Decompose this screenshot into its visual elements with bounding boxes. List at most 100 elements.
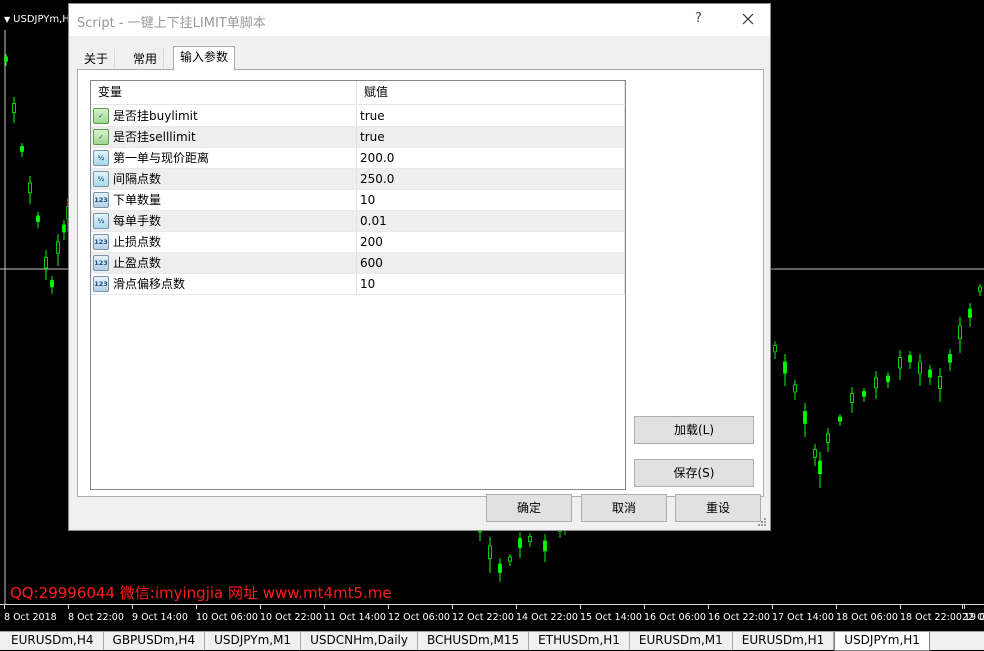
chart-tab[interactable]: USDJPYm,M1 xyxy=(205,632,302,650)
time-axis-tick xyxy=(836,605,837,609)
bool-type-icon: ✓ xyxy=(93,129,109,145)
chart-tab[interactable]: EURUSDm,H1 xyxy=(733,632,835,650)
time-axis-label: 10 Oct 06:00 xyxy=(196,612,258,623)
candle-body xyxy=(773,345,777,353)
candle-body xyxy=(508,556,512,562)
parameter-value-cell[interactable]: 600 xyxy=(357,253,625,273)
int-type-icon: 123 xyxy=(93,234,109,250)
parameter-value-cell[interactable]: 0.01 xyxy=(357,211,625,231)
reset-button[interactable]: 重设 xyxy=(675,494,761,522)
parameter-variable-name: 每单手数 xyxy=(113,214,162,228)
inputs-panel: 变量 赋值 ✓ 是否挂buylimit true ✓ 是否挂selllimit true ½… xyxy=(77,69,764,497)
time-axis-tick xyxy=(644,605,645,609)
column-header-value[interactable]: 赋值 xyxy=(357,81,625,104)
chart-tab[interactable]: BCHUSDm,M15 xyxy=(418,632,530,650)
candle-body xyxy=(886,375,890,382)
candle-body xyxy=(826,433,830,443)
time-axis-label: 18 Oct 22:00 xyxy=(900,612,962,623)
time-axis-tick xyxy=(580,605,581,609)
parameter-value-cell[interactable]: 250.0 xyxy=(357,169,625,189)
candle-body xyxy=(978,286,982,292)
column-header-variable[interactable]: 变量 xyxy=(91,81,357,104)
double-type-icon: ½ xyxy=(93,150,109,166)
help-button[interactable]: ? xyxy=(695,11,702,26)
ok-button[interactable]: 确定 xyxy=(486,494,572,522)
double-type-icon: ½ xyxy=(93,171,109,187)
parameter-row[interactable]: 123 滑点偏移点数 10 xyxy=(91,274,625,295)
candle-body xyxy=(56,241,60,254)
chart-tab[interactable]: EURUSDm,H4 xyxy=(2,632,104,650)
candle-body xyxy=(50,280,54,288)
parameter-row[interactable]: ½ 间隔点数 250.0 xyxy=(91,169,625,190)
candle-body xyxy=(818,460,822,475)
candle-body xyxy=(498,563,502,573)
chart-symbol-label: ▼ USDJPYm,H1 xyxy=(4,14,76,25)
candle-body xyxy=(908,355,912,363)
time-axis-tick xyxy=(260,605,261,609)
candle-body xyxy=(488,545,492,560)
parameter-variable-name: 止盈点数 xyxy=(113,256,162,270)
parameter-value-cell[interactable]: true xyxy=(357,106,625,126)
chart-tab[interactable]: ETHUSDm,H1 xyxy=(529,632,630,650)
time-axis-tick xyxy=(68,605,69,609)
save-button[interactable]: 保存(S) xyxy=(634,459,754,487)
close-icon[interactable] xyxy=(737,8,759,30)
watermark-text: QQ:29996044 微信:imyingjia 网址 www.mt4mt5.m… xyxy=(10,584,392,602)
time-axis-tick xyxy=(964,605,965,609)
time-axis-label: 8 Oct 2018 xyxy=(4,612,57,623)
parameter-row[interactable]: ½ 第一单与现价距离 200.0 xyxy=(91,148,625,169)
candle-body xyxy=(543,540,547,552)
chart-tab[interactable]: USDCNHm,Daily xyxy=(301,632,418,650)
candle-body xyxy=(948,354,952,363)
time-axis-tick xyxy=(388,605,389,609)
parameter-value-cell[interactable]: 200.0 xyxy=(357,148,625,168)
int-type-icon: 123 xyxy=(93,255,109,271)
candle-body xyxy=(62,224,66,233)
parameter-variable-name: 下单数量 xyxy=(113,193,162,207)
time-axis: 8 Oct 2018 8 Oct 22:00 9 Oct 14:00 10 Oct 0… xyxy=(0,604,984,632)
candle-body xyxy=(838,416,842,422)
chart-tab[interactable]: USDJPYm,H1 xyxy=(834,632,930,651)
parameter-row[interactable]: ½ 每单手数 0.01 xyxy=(91,211,625,232)
tab-inputs[interactable]: 输入参数 xyxy=(173,46,236,71)
time-axis-label: 12 Oct 22:00 xyxy=(452,612,514,623)
grid-header: 变量 赋值 xyxy=(91,81,625,105)
dialog-titlebar[interactable]: Script - 一键上下挂LIMIT单脚本 ? xyxy=(69,4,770,36)
candle-body xyxy=(528,536,532,542)
candle-body xyxy=(928,369,932,378)
time-axis-tick xyxy=(4,605,5,609)
cancel-button[interactable]: 取消 xyxy=(581,494,667,522)
candle-body xyxy=(938,376,942,389)
parameter-row[interactable]: 123 下单数量 10 xyxy=(91,190,625,211)
tab-about[interactable]: 关于 xyxy=(77,48,116,70)
int-type-icon: 123 xyxy=(93,276,109,292)
parameter-value-cell[interactable]: 200 xyxy=(357,232,625,252)
parameter-row[interactable]: ✓ 是否挂buylimit true xyxy=(91,106,625,127)
time-axis-tick xyxy=(132,605,133,609)
chart-tab[interactable]: GBPUSDm,H4 xyxy=(104,632,206,650)
candle-body xyxy=(783,361,787,374)
candle-body xyxy=(918,361,922,374)
parameter-variable-cell: ✓ 是否挂selllimit xyxy=(91,127,357,147)
tab-common[interactable]: 常用 xyxy=(126,48,165,70)
parameter-variable-cell: 123 止损点数 xyxy=(91,232,357,252)
time-axis-tick xyxy=(708,605,709,609)
candle-body xyxy=(813,449,817,458)
candle-body xyxy=(862,391,866,397)
chart-tab[interactable]: EURUSDm,M1 xyxy=(630,632,733,650)
candle-body xyxy=(12,103,16,114)
parameter-variable-name: 间隔点数 xyxy=(113,172,162,186)
time-axis-tick xyxy=(900,605,901,609)
resize-grip-icon[interactable] xyxy=(757,517,767,527)
dropdown-triangle-icon: ▼ xyxy=(4,15,11,24)
parameter-value-cell[interactable]: 10 xyxy=(357,190,625,210)
parameter-row[interactable]: ✓ 是否挂selllimit true xyxy=(91,127,625,148)
parameter-variable-name: 止损点数 xyxy=(113,235,162,249)
parameter-value-cell[interactable]: true xyxy=(357,127,625,147)
parameter-row[interactable]: 123 止损点数 200 xyxy=(91,232,625,253)
parameter-variable-name: 第一单与现价距离 xyxy=(113,151,210,165)
parameter-value-cell[interactable]: 10 xyxy=(357,274,625,294)
parameter-grid: 变量 赋值 ✓ 是否挂buylimit true ✓ 是否挂selllimit true ½… xyxy=(90,80,626,490)
load-button[interactable]: 加载(L) xyxy=(634,416,754,444)
parameter-row[interactable]: 123 止盈点数 600 xyxy=(91,253,625,274)
